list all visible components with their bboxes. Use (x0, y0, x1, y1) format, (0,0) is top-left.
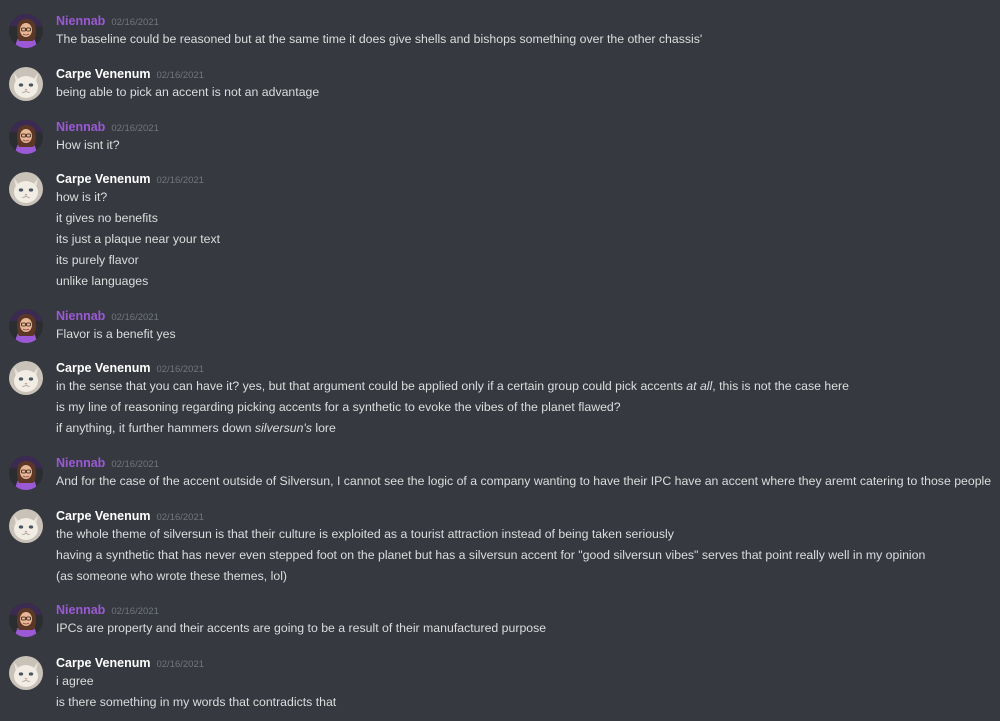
message-text: And for the case of the accent outside o… (56, 474, 992, 488)
username[interactable]: Carpe Venenum (56, 67, 150, 81)
avatar[interactable] (9, 14, 43, 48)
username[interactable]: Niennab (56, 120, 105, 134)
username[interactable]: Niennab (56, 456, 105, 470)
message-text-italic: silversun's (254, 421, 312, 435)
timestamp: 02/16/2021 (111, 459, 159, 470)
message-text: if anything, it further hammers down sil… (56, 419, 336, 437)
message-header: Niennab 02/16/2021 (56, 454, 159, 472)
message-text: being able to pick an accent is not an a… (56, 85, 320, 99)
message-header: Carpe Venenum 02/16/2021 (56, 507, 204, 525)
message-header: Niennab 02/16/2021 (56, 601, 159, 619)
message-text: the whole theme of silversun is that the… (56, 527, 674, 541)
message-text-italic: at all (686, 379, 713, 393)
timestamp: 02/16/2021 (111, 606, 159, 617)
message-text-segment: in the sense that you can have it? yes, … (56, 379, 683, 393)
avatar[interactable] (9, 120, 43, 154)
message-header: Carpe Venenum 02/16/2021 (56, 65, 204, 83)
avatar[interactable] (9, 67, 43, 101)
avatar[interactable] (9, 603, 43, 637)
message-text: its purely flavor (56, 253, 139, 267)
message-text: (as someone who wrote these themes, lol) (56, 569, 288, 583)
message-text: is there something in my words that cont… (56, 695, 337, 709)
timestamp: 02/16/2021 (111, 17, 159, 28)
message-text: unlike languages (56, 274, 149, 288)
message-text: i agree (56, 674, 94, 688)
message-header: Carpe Venenum 02/16/2021 (56, 359, 204, 377)
avatar[interactable] (9, 172, 43, 206)
avatar[interactable] (9, 456, 43, 490)
timestamp: 02/16/2021 (111, 123, 159, 134)
message-header: Niennab 02/16/2021 (56, 12, 159, 30)
username[interactable]: Niennab (56, 603, 105, 617)
username[interactable]: Niennab (56, 14, 105, 28)
timestamp: 02/16/2021 (156, 659, 205, 670)
message-text: having a synthetic that has never even s… (56, 548, 926, 562)
message-text: in the sense that you can have it? yes, … (56, 377, 849, 395)
avatar[interactable] (9, 361, 43, 395)
message-text: The baseline could be reasoned but at th… (56, 32, 703, 46)
message-text-segment: if anything, it further hammers down (56, 421, 252, 435)
timestamp: 02/16/2021 (156, 364, 205, 375)
message-text-segment: lore (315, 421, 336, 435)
username[interactable]: Niennab (56, 309, 105, 323)
message-text: IPCs are property and their accents are … (56, 621, 547, 635)
message-header: Niennab 02/16/2021 (56, 307, 159, 325)
username[interactable]: Carpe Venenum (56, 361, 150, 375)
timestamp: 02/16/2021 (156, 70, 205, 81)
avatar[interactable] (9, 656, 43, 690)
message-header: Niennab 02/16/2021 (56, 118, 159, 136)
username[interactable]: Carpe Venenum (56, 509, 150, 523)
message-header: Carpe Venenum 02/16/2021 (56, 654, 204, 672)
chat-message-list: Niennab 02/16/2021 The baseline could be … (0, 0, 1000, 721)
message-header: Carpe Venenum 02/16/2021 (56, 170, 204, 188)
message-text: how is it? (56, 190, 108, 204)
timestamp: 02/16/2021 (156, 512, 205, 523)
username[interactable]: Carpe Venenum (56, 656, 150, 670)
message-text: it gives no benefits (56, 211, 158, 225)
message-text: Flavor is a benefit yes (56, 327, 176, 341)
avatar[interactable] (9, 509, 43, 543)
username[interactable]: Carpe Venenum (56, 172, 150, 186)
message-text: its just a plaque near your text (56, 232, 221, 246)
avatar[interactable] (9, 309, 43, 343)
message-text: is my line of reasoning regarding pickin… (56, 400, 621, 414)
timestamp: 02/16/2021 (111, 312, 159, 323)
message-text: How isnt it? (56, 138, 120, 152)
timestamp: 02/16/2021 (156, 175, 205, 186)
message-text-segment: , this is not the case here (712, 379, 849, 393)
